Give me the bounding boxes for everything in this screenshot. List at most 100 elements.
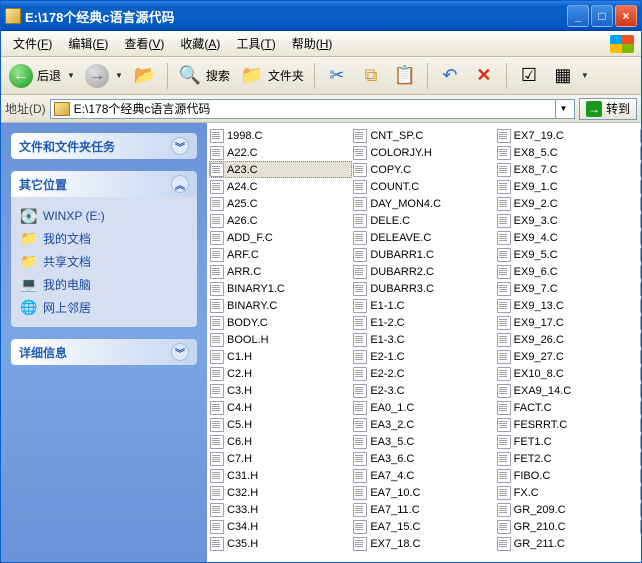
menu-查看[interactable]: 查看(V) [116,31,172,56]
file-item[interactable]: EA7_4.C [352,467,495,484]
chevron-down-icon[interactable]: ▼ [581,71,589,80]
file-item[interactable]: C4.H [209,399,352,416]
file-item[interactable]: EX9_6.C [496,263,639,280]
file-item[interactable]: EA7_11.C [352,501,495,518]
chevron-down-icon[interactable]: ︾ [171,343,189,361]
menu-帮助[interactable]: 帮助(H) [284,31,341,56]
file-item[interactable]: DELEAVE.C [352,229,495,246]
file-item[interactable]: GRED13.C [639,212,641,229]
sidebar-item[interactable]: 💽WINXP (E:) [21,205,187,227]
file-item[interactable]: DUBARR1.C [352,246,495,263]
file-item[interactable]: GRED17.C [639,263,641,280]
file-item[interactable]: A23.C [209,161,352,178]
undo-button[interactable]: ↶ [434,61,466,91]
chevron-down-icon[interactable]: ▼ [115,71,123,80]
file-item[interactable]: C33.H [209,501,352,518]
cut-button[interactable]: ✂ [321,61,353,91]
file-item[interactable]: C35.H [209,535,352,552]
panel-header[interactable]: 其它位置︽ [11,171,197,197]
file-item[interactable]: HZKJY.H [639,467,641,484]
properties-button[interactable]: ☑ [513,61,545,91]
file-item[interactable]: GRED141.C [639,297,641,314]
file-item[interactable]: EX10_8.C [496,365,639,382]
file-item[interactable]: HZK48.H [639,450,641,467]
file-item[interactable]: EX9_7.C [496,280,639,297]
file-item[interactable]: A24.C [209,178,352,195]
file-item[interactable]: COUNT.C [352,178,495,195]
file-item[interactable]: A25.C [209,195,352,212]
file-item[interactable]: GR_210.C [496,518,639,535]
file-item[interactable]: C31.H [209,467,352,484]
file-item[interactable]: EX9_3.C [496,212,639,229]
file-item[interactable]: ARF.C [209,246,352,263]
file-item[interactable]: GRED19.C [639,280,641,297]
minimize-button[interactable]: _ [567,5,589,27]
chevron-up-icon[interactable]: ︽ [171,175,189,193]
back-button[interactable]: ← 后退 ▼ [5,61,79,91]
file-item[interactable]: BINARY.C [209,297,352,314]
file-item[interactable]: EA7_15.C [352,518,495,535]
file-item[interactable]: EA3_6.C [352,450,495,467]
file-item[interactable]: COPY.C [352,161,495,178]
forward-button[interactable]: → ▼ [81,61,127,91]
file-item[interactable]: EX9_5.C [496,246,639,263]
file-item[interactable]: GRED11.C [639,178,641,195]
menu-收藏[interactable]: 收藏(A) [172,31,228,56]
file-item[interactable]: DUBARR3.C [352,280,495,297]
file-item[interactable]: GR_216.C [639,161,641,178]
file-item[interactable]: EX9_4.C [496,229,639,246]
file-item[interactable]: A26.C [209,212,352,229]
file-item[interactable]: COLORJY.H [352,144,495,161]
file-item[interactable]: IFDEF.C [639,501,641,518]
file-item[interactable]: INIT.C [639,518,641,535]
file-item[interactable]: FIBO.C [496,467,639,484]
copy-button[interactable]: ⧉ [355,61,387,91]
file-item[interactable]: C2.H [209,365,352,382]
file-item[interactable]: GR_211.C [496,535,639,552]
file-item[interactable]: ID.C [639,484,641,501]
file-item[interactable]: C5.H [209,416,352,433]
file-item[interactable]: GR_213.C [639,144,641,161]
menu-工具[interactable]: 工具(T) [228,31,283,56]
file-item[interactable]: FET2.C [496,450,639,467]
file-item[interactable]: EX9_13.C [496,297,639,314]
file-item[interactable]: DELE.C [352,212,495,229]
file-item[interactable]: EA7_10.C [352,484,495,501]
paste-button[interactable]: 📋 [389,61,421,91]
menu-文件[interactable]: 文件(F) [5,31,60,56]
address-dropdown[interactable]: ▼ [555,100,571,118]
file-item[interactable]: E2-2.C [352,365,495,382]
address-input-wrapper[interactable]: ▼ [50,99,575,119]
file-item[interactable]: FESRRT.C [496,416,639,433]
file-item[interactable]: E1-1.C [352,297,495,314]
file-item[interactable]: FET1.C [496,433,639,450]
views-button[interactable]: ▦ ▼ [547,61,593,91]
file-item[interactable]: E1-3.C [352,331,495,348]
file-item[interactable]: GRED145.C [639,365,641,382]
file-item[interactable]: A22.C [209,144,352,161]
delete-button[interactable]: ✕ [468,61,500,91]
sidebar-item[interactable]: 📁共享文档 [21,250,187,273]
file-item[interactable]: FX.C [496,484,639,501]
file-item[interactable]: EX7_19.C [496,127,639,144]
file-item[interactable]: EX8_7.C [496,161,639,178]
sidebar-item[interactable]: 💻我的电脑 [21,273,187,296]
file-item[interactable]: EX9_1.C [496,178,639,195]
file-item[interactable]: EX8_5.C [496,144,639,161]
address-input[interactable] [74,102,551,116]
file-item[interactable]: EA3_5.C [352,433,495,450]
panel-header[interactable]: 详细信息︾ [11,339,197,365]
file-item[interactable]: GRED146.C [639,382,641,399]
search-button[interactable]: 🔍 搜索 [174,61,234,91]
chevron-down-icon[interactable]: ︾ [171,137,189,155]
file-item[interactable]: ARR.C [209,263,352,280]
file-item[interactable]: BODY.C [209,314,352,331]
panel-header[interactable]: 文件和文件夹任务︾ [11,133,197,159]
file-item[interactable]: E2-1.C [352,348,495,365]
file-item[interactable]: GR_212.C [639,127,641,144]
file-list-area[interactable]: 1998.CA22.CA23.CA24.CA25.CA26.CADD_F.CAR… [207,123,641,562]
file-item[interactable]: EX9_17.C [496,314,639,331]
file-item[interactable]: GRED144.C [639,348,641,365]
file-item[interactable]: EXA9_14.C [496,382,639,399]
file-item[interactable]: C32.H [209,484,352,501]
